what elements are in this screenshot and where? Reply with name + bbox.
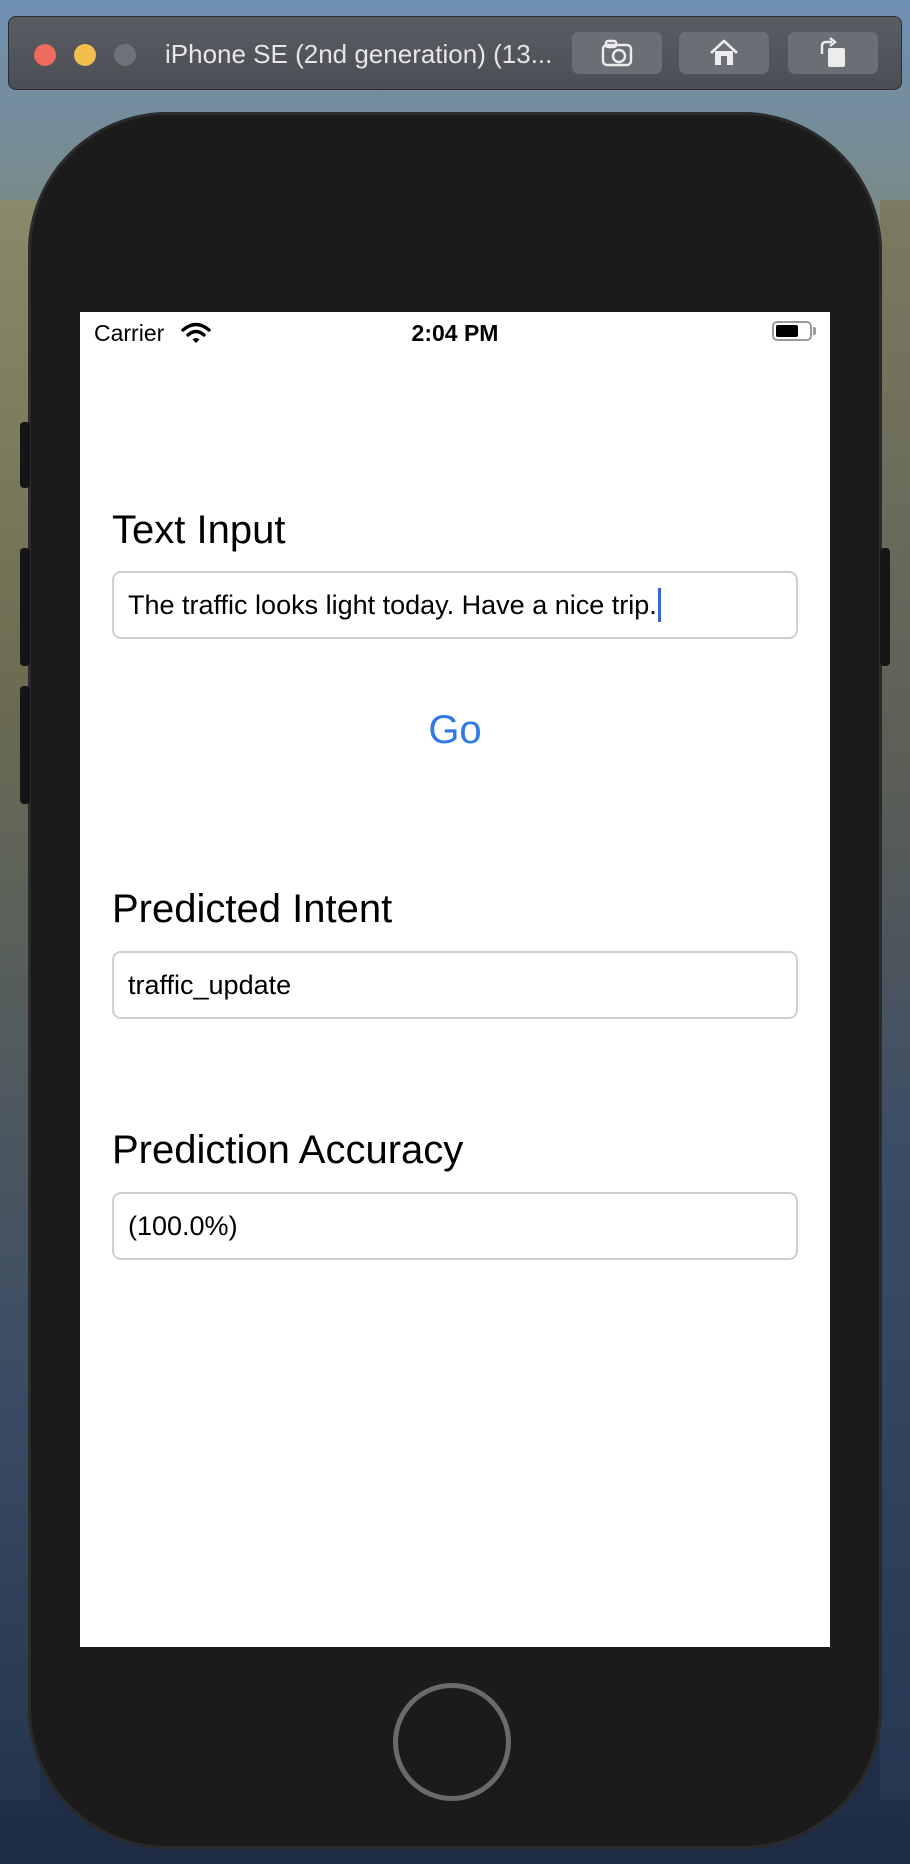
prediction-accuracy-value: (100.0%) xyxy=(128,1210,238,1241)
power-button xyxy=(880,548,890,666)
text-input-label: Text Input xyxy=(112,508,286,552)
battery-level xyxy=(776,325,798,337)
mute-switch xyxy=(20,422,30,488)
text-input-value: The traffic looks light today. Have a ni… xyxy=(128,589,657,620)
phone-home-button[interactable] xyxy=(393,1683,511,1801)
volume-up-button xyxy=(20,548,30,666)
simulator-title-bar: iPhone SE (2nd generation) (13... xyxy=(8,16,902,90)
predicted-intent-label: Predicted Intent xyxy=(112,887,393,931)
close-window-button[interactable] xyxy=(34,44,56,66)
text-caret xyxy=(657,588,661,622)
predicted-intent-value: traffic_update xyxy=(128,969,292,1000)
screenshot-button[interactable] xyxy=(572,32,662,74)
home-button[interactable] xyxy=(679,32,769,74)
rotate-button[interactable] xyxy=(788,32,878,74)
go-button[interactable]: Go xyxy=(80,708,830,753)
status-time: 2:04 PM xyxy=(411,320,499,346)
battery-cap xyxy=(813,327,816,335)
status-bar: Carrier 2:04 PM xyxy=(80,312,830,356)
battery-icon xyxy=(772,321,812,341)
desktop-background-right xyxy=(880,200,910,1800)
volume-down-button xyxy=(20,686,30,804)
home-icon xyxy=(710,39,738,65)
prediction-accuracy-label: Prediction Accuracy xyxy=(112,1128,464,1172)
prediction-accuracy-field[interactable]: (100.0%) xyxy=(112,1192,798,1260)
minimize-window-button[interactable] xyxy=(74,44,96,66)
camera-icon xyxy=(601,39,633,67)
window-title: iPhone SE (2nd generation) (13... xyxy=(165,39,553,69)
text-input-field[interactable]: The traffic looks light today. Have a ni… xyxy=(112,571,798,639)
rotate-icon xyxy=(820,37,845,67)
phone-screen: Carrier 2:04 PM Text Input The traffic l… xyxy=(80,312,830,1647)
predicted-intent-field[interactable]: traffic_update xyxy=(112,951,798,1019)
zoom-window-button[interactable] xyxy=(114,44,136,66)
